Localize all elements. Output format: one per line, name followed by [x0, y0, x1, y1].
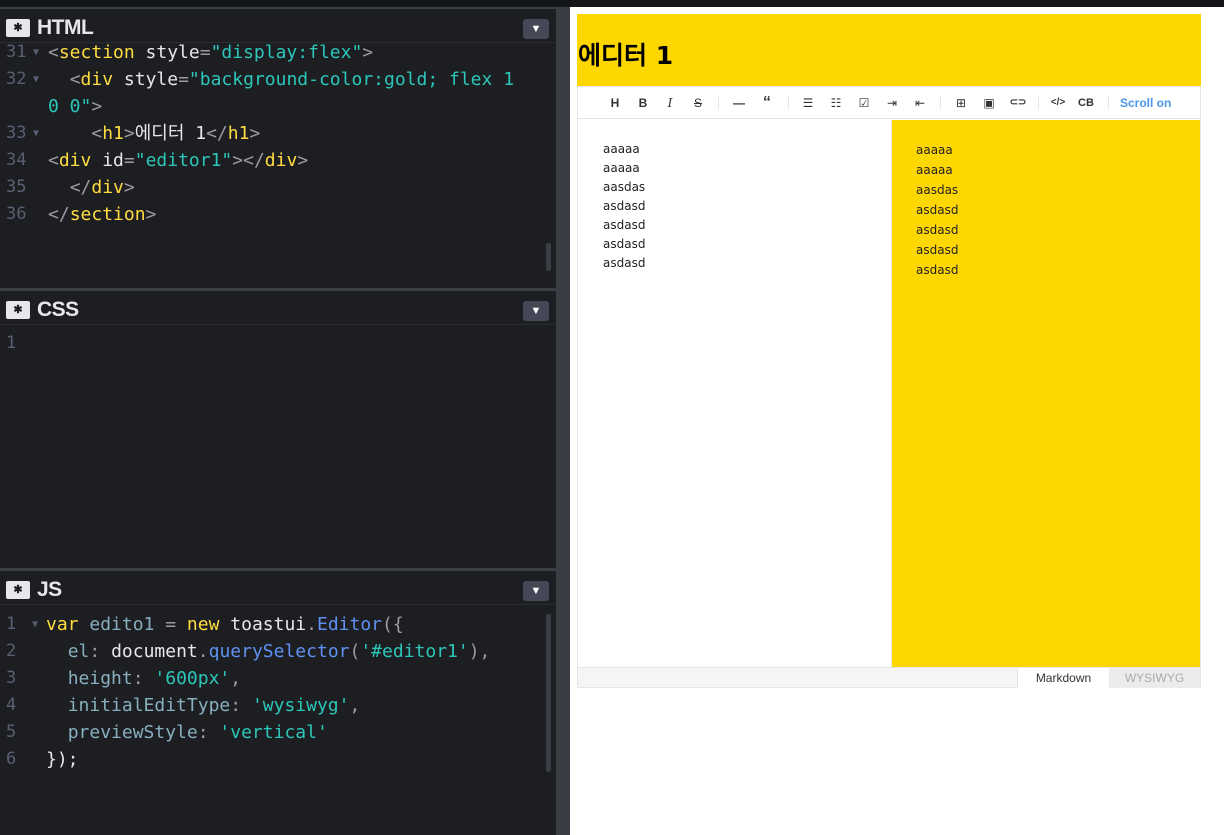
css-panel-header: ✱ CSS ▼	[0, 291, 556, 325]
table-icon[interactable]: ⊞	[952, 95, 970, 111]
panel-title: JS	[37, 578, 62, 601]
mode-switch: Markdown WYSIWYG	[578, 667, 1200, 688]
quote-icon[interactable]: “	[758, 95, 776, 111]
ordered-list-icon[interactable]: ☷	[827, 95, 845, 111]
wysiwyg-tab[interactable]: WYSIWYG	[1109, 668, 1200, 688]
code-icon[interactable]: </>	[1047, 95, 1069, 111]
js-scrollbar[interactable]	[546, 614, 551, 772]
markdown-text: aaaaa aaaaa aasdas asdasd asdasd asdasd asdasd	[603, 140, 645, 273]
vertical-resizer[interactable]	[556, 7, 570, 835]
markdown-tab[interactable]: Markdown	[1017, 668, 1109, 688]
preview-line: asdasd	[916, 243, 959, 257]
markdown-line: asdasd	[603, 218, 646, 232]
preview-heading: 에디터 1	[578, 41, 674, 70]
markdown-line: asdasd	[603, 199, 646, 213]
gear-icon[interactable]: ✱	[6, 301, 30, 319]
task-list-icon[interactable]: ☑	[855, 95, 873, 111]
markdown-line: asdasd	[603, 237, 646, 251]
markdown-line: asdasd	[603, 256, 646, 270]
preview-line: aaaaa	[916, 143, 953, 157]
outdent-icon[interactable]: ⇤	[911, 95, 929, 111]
js-panel: ✱ JS ▼ 1 ▼ var edito1 = new toastui.Editor…	[0, 571, 556, 835]
top-bar	[0, 0, 1224, 7]
markdown-line: aaaaa	[603, 142, 640, 156]
markdown-pane[interactable]: aaaaa aaaaa aasdas asdasd asdasd asdasd asdasd	[578, 120, 891, 667]
gear-icon[interactable]: ✱	[6, 581, 30, 599]
markdown-line: aasdas	[603, 180, 646, 194]
preview-line: asdasd	[916, 223, 959, 237]
bullet-list-icon[interactable]: ☰	[799, 95, 817, 111]
panel-title: HTML	[37, 16, 94, 39]
preview-line: asdasd	[916, 203, 959, 217]
chevron-down-icon[interactable]: ▼	[523, 19, 549, 39]
preview-frame: 에디터 1 H B I S — “ ☰ ☷ ☑ ⇥ ⇤ ⊞ ▣ ⊂⊃ </> C…	[570, 7, 1224, 835]
panel-title: CSS	[37, 298, 79, 321]
link-icon[interactable]: ⊂⊃	[1006, 95, 1030, 111]
html-panel-header: ✱ HTML ▼	[0, 9, 556, 43]
chevron-down-icon[interactable]: ▼	[523, 301, 549, 321]
toastui-editor: H B I S — “ ☰ ☷ ☑ ⇥ ⇤ ⊞ ▣ ⊂⊃ </> CB Scro…	[577, 86, 1201, 688]
codeblock-icon[interactable]: CB	[1076, 95, 1096, 111]
html-code[interactable]: 31 ▼ <section style="display:flex"> 32 ▼ <d…	[0, 39, 550, 228]
preview-line: aaaaa	[916, 163, 953, 177]
gear-icon[interactable]: ✱	[6, 19, 30, 37]
preview-text: aaaaa aaaaa aasdas asdasd asdasd asdasd asdasd	[916, 140, 958, 280]
gold-section: 에디터 1	[577, 14, 1201, 86]
js-code[interactable]: 1 ▼ var edito1 = new toastui.Editor({ 2 el…	[0, 611, 550, 773]
markdown-line: aaaaa	[603, 161, 640, 175]
bold-icon[interactable]: B	[634, 95, 652, 111]
image-icon[interactable]: ▣	[980, 95, 998, 111]
preview-pane: aaaaa aaaaa aasdas asdasd asdasd asdasd asdasd	[891, 120, 1200, 667]
html-scrollbar[interactable]	[546, 243, 551, 271]
css-code[interactable]: 1	[0, 330, 550, 357]
strike-icon[interactable]: S	[689, 95, 707, 111]
css-panel: ✱ CSS ▼ 1	[0, 291, 556, 568]
hr-icon[interactable]: —	[730, 95, 748, 111]
html-panel: ✱ HTML ▼ 31 ▼ <section style="display:flex…	[0, 9, 556, 288]
editor-toolbar: H B I S — “ ☰ ☷ ☑ ⇥ ⇤ ⊞ ▣ ⊂⊃ </> CB Scro…	[578, 87, 1200, 119]
indent-icon[interactable]: ⇥	[883, 95, 901, 111]
heading-icon[interactable]: H	[606, 95, 624, 111]
js-panel-header: ✱ JS ▼	[0, 571, 556, 605]
italic-icon[interactable]: I	[661, 95, 679, 111]
preview-line: aasdas	[916, 183, 959, 197]
scroll-sync-toggle[interactable]: Scroll on	[1120, 96, 1171, 110]
chevron-down-icon[interactable]: ▼	[523, 581, 549, 601]
preview-line: asdasd	[916, 263, 959, 277]
code-editors: ✱ HTML ▼ 31 ▼ <section style="display:flex…	[0, 9, 556, 835]
line-number: 1	[6, 333, 17, 353]
